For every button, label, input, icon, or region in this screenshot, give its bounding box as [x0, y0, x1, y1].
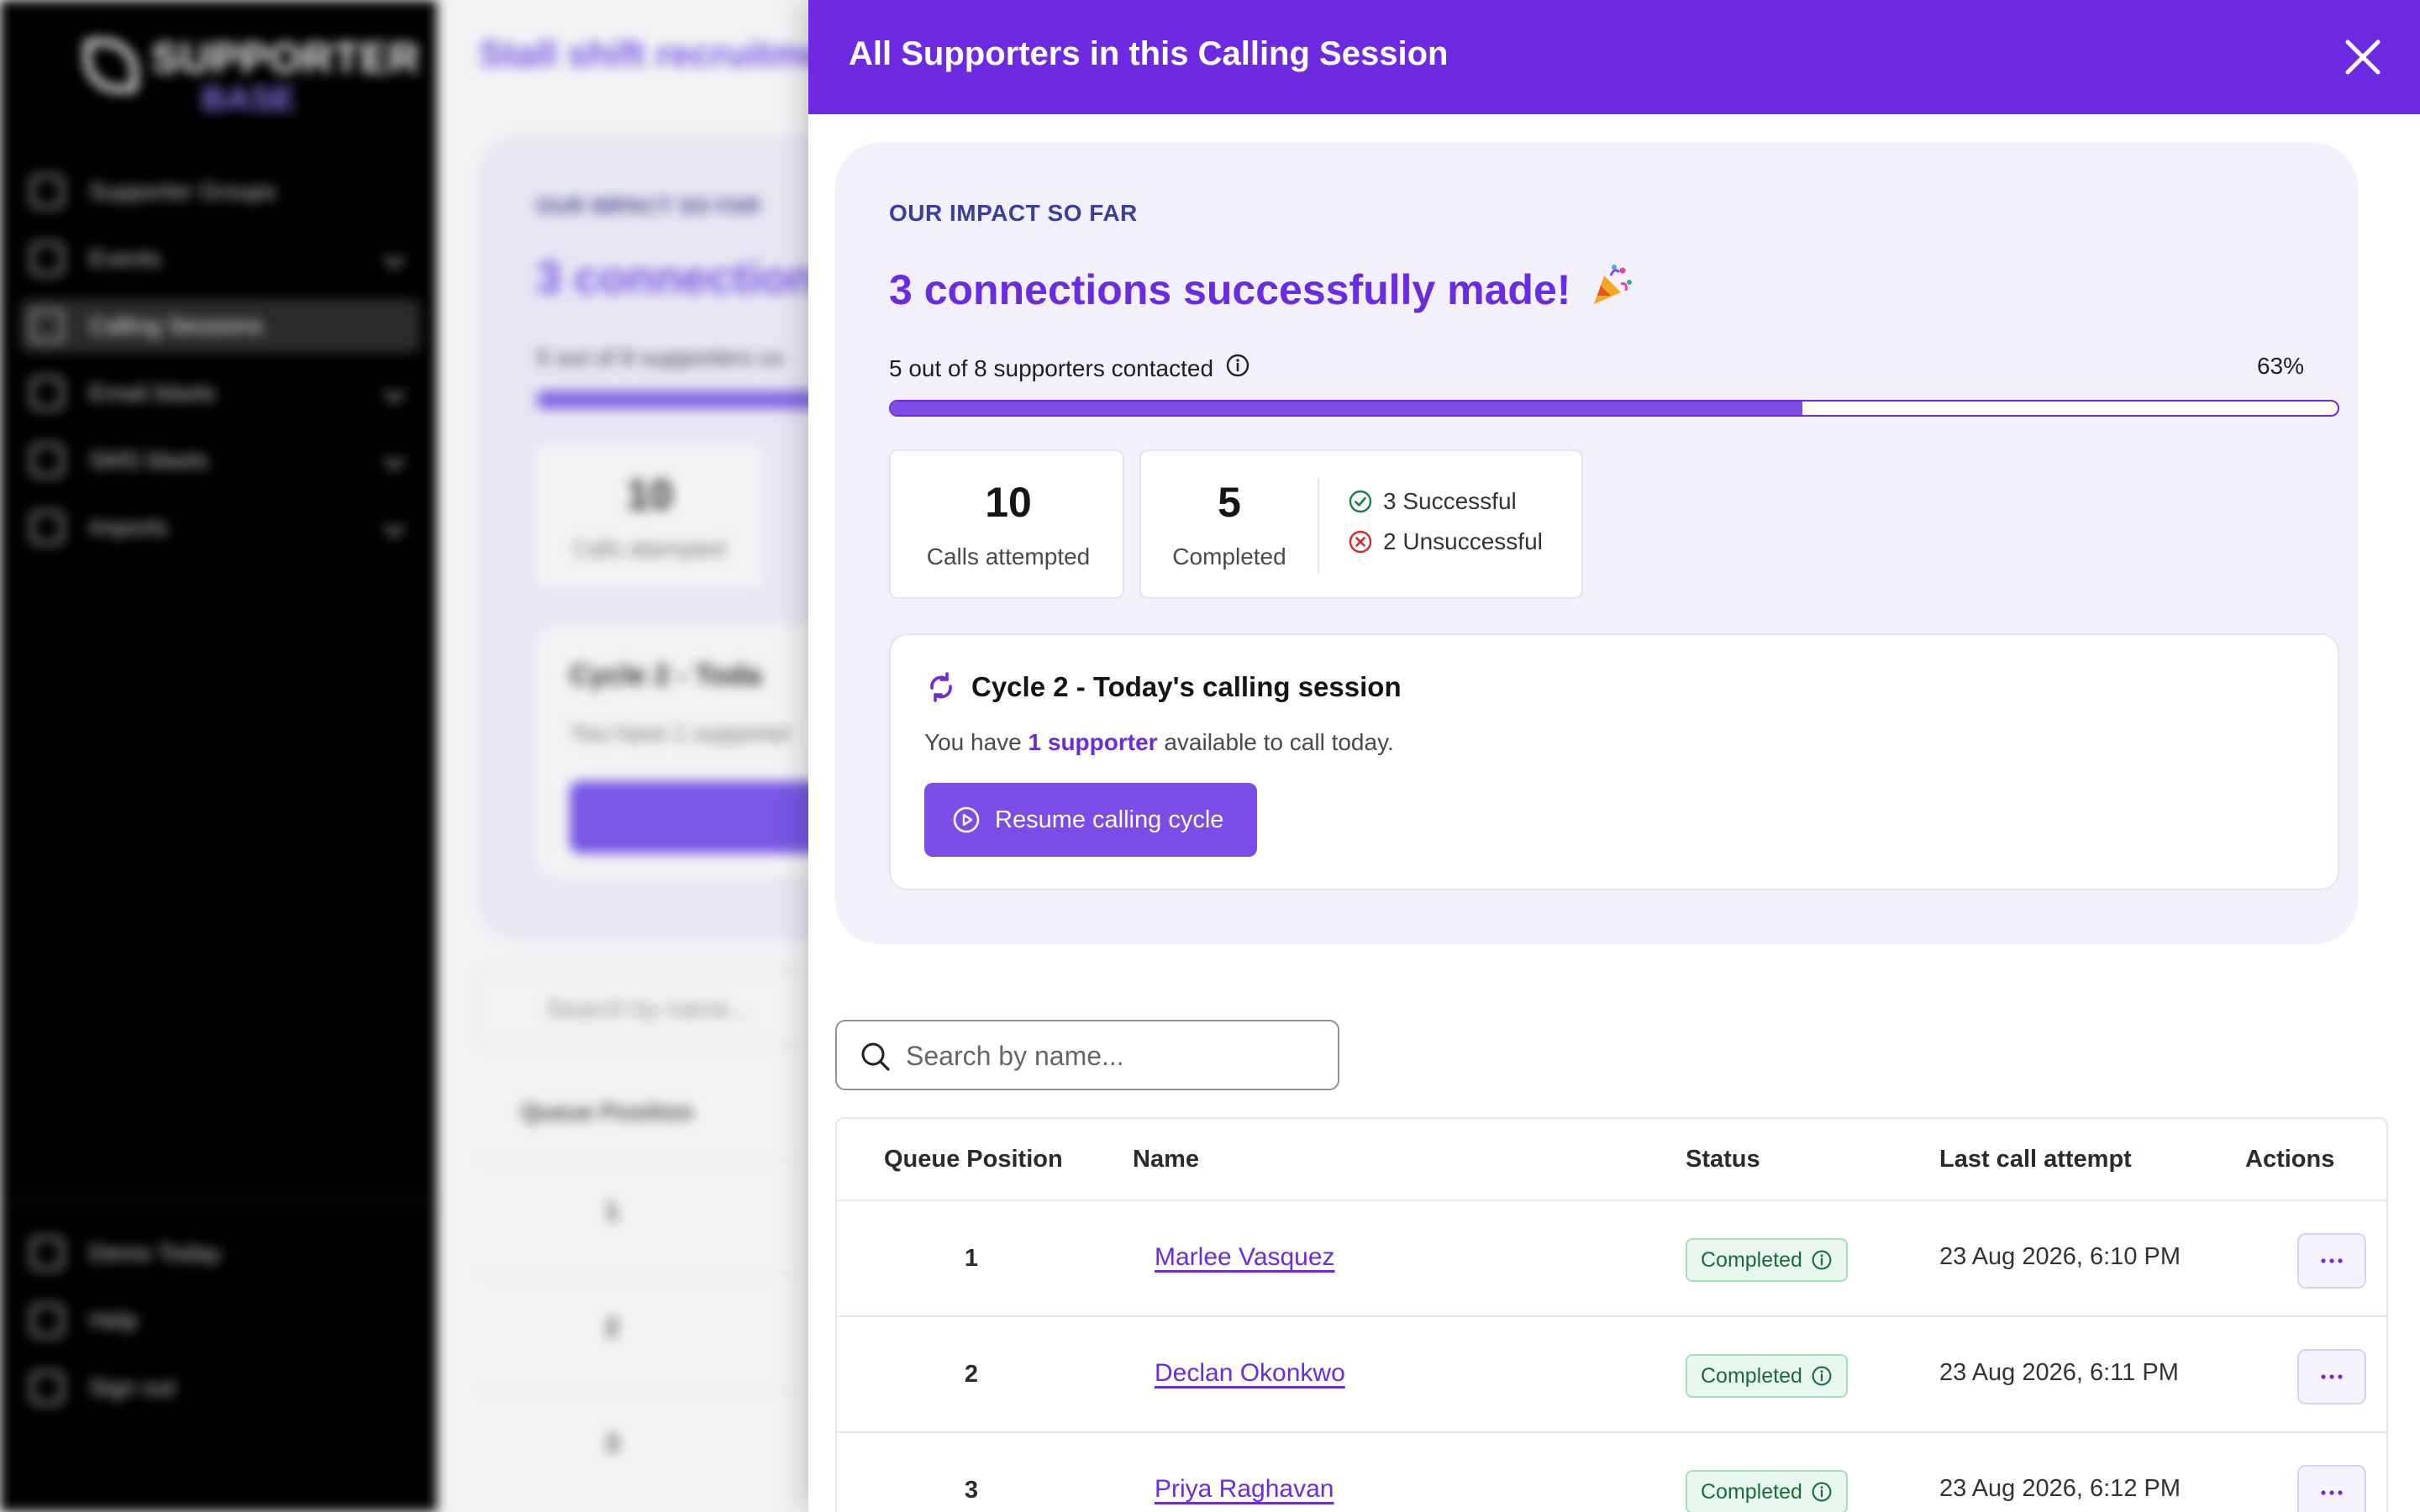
party-popper-icon	[1594, 265, 1633, 304]
status-badge: Completed	[1686, 1470, 1848, 1512]
status-badge: Completed	[1686, 1238, 1848, 1282]
status-badge-text: Completed	[1701, 1247, 1802, 1272]
progress-bar	[889, 400, 2339, 417]
more-horizontal-icon	[2321, 1490, 2343, 1495]
status-badge: Completed	[1686, 1354, 1848, 1398]
stat-unsuccessful: 2 Unsuccessful	[1348, 528, 1543, 555]
impact-headline: 3 connections successfully made!	[889, 262, 1634, 314]
supporter-name-link[interactable]: Priya Raghavan	[1155, 1475, 1334, 1504]
stat-calls-attempted: 10 Calls attempted	[889, 449, 1124, 599]
queue-position: 3	[964, 1477, 979, 1504]
stat-calls-attempted-value: 10	[985, 479, 1032, 526]
stat-completed: 5 Completed 3 Successful 2 Unsuccessful	[1139, 449, 1583, 599]
resume-calling-button[interactable]: Resume calling cycle	[924, 783, 1257, 857]
search-icon	[861, 1042, 890, 1071]
more-horizontal-icon	[2321, 1258, 2343, 1263]
progress-bar-fill	[891, 402, 1802, 415]
supporters-table: Queue Position Name Status Last call att…	[835, 1117, 2388, 1512]
info-icon[interactable]	[1225, 353, 1250, 384]
stat-successful-text: 3 Successful	[1383, 488, 1517, 514]
info-icon[interactable]	[1811, 1365, 1833, 1387]
last-call-date: 23 Aug 2026, 6:10 PM	[1939, 1243, 2181, 1270]
stat-successful: 3 Successful	[1348, 488, 1517, 515]
close-button[interactable]	[2338, 32, 2388, 82]
search-input[interactable]	[904, 1033, 1324, 1079]
supporter-name-link[interactable]: Declan Okonkwo	[1155, 1359, 1345, 1388]
header-actions: Actions	[2245, 1146, 2335, 1173]
status-badge-text: Completed	[1701, 1479, 1802, 1504]
header-last-call: Last call attempt	[1939, 1146, 2132, 1173]
progress-percent: 63%	[2256, 353, 2304, 379]
supporters-drawer: All Supporters in this Calling Session O…	[808, 0, 2420, 1512]
header-queue-position: Queue Position	[884, 1146, 1063, 1173]
last-call-date: 23 Aug 2026, 6:12 PM	[1939, 1475, 2181, 1502]
impact-card: OUR IMPACT SO FAR 3 connections successf…	[835, 143, 2358, 944]
table-row: 3 Priya Raghavan Completed 23 Aug 2026, …	[837, 1433, 2386, 1512]
more-horizontal-icon	[2321, 1374, 2343, 1379]
cycle-sub-highlight: 1 supporter	[1028, 729, 1158, 755]
cycle-sub-prefix: You have	[924, 729, 1028, 755]
cycle-sub-suffix: available to call today.	[1157, 729, 1394, 755]
table-row: 1 Marlee Vasquez Completed 23 Aug 2026, …	[837, 1201, 2386, 1317]
refresh-icon	[930, 672, 952, 702]
stat-separator	[1318, 478, 1319, 574]
row-actions-button[interactable]	[2297, 1233, 2366, 1289]
resume-calling-label: Resume calling cycle	[995, 806, 1224, 833]
cycle-card: Cycle 2 - Today's calling session You ha…	[889, 633, 2339, 890]
cycle-title: Cycle 2 - Today's calling session	[924, 670, 1402, 704]
status-badge-text: Completed	[1701, 1363, 1802, 1388]
impact-headline-text: 3 connections successfully made!	[889, 266, 1571, 313]
header-status: Status	[1686, 1146, 1760, 1173]
last-call-date: 23 Aug 2026, 6:11 PM	[1939, 1359, 2179, 1386]
row-actions-button[interactable]	[2297, 1465, 2366, 1512]
drawer-header: All Supporters in this Calling Session	[808, 0, 2420, 114]
stat-completed-value: 5	[1218, 479, 1241, 526]
queue-position: 1	[964, 1245, 979, 1272]
check-circle-icon	[1349, 490, 1372, 513]
search-box	[835, 1020, 1339, 1090]
progress-label: 5 out of 8 supporters contacted	[889, 353, 1250, 384]
progress-label-text: 5 out of 8 supporters contacted	[889, 354, 1214, 381]
stat-calls-attempted-label: Calls attempted	[926, 543, 1091, 570]
table-row: 2 Declan Okonkwo Completed 23 Aug 2026, …	[837, 1317, 2386, 1433]
impact-eyebrow: OUR IMPACT SO FAR	[889, 200, 1138, 226]
queue-position: 2	[964, 1361, 979, 1388]
info-icon[interactable]	[1811, 1481, 1833, 1503]
supporter-name-link[interactable]: Marlee Vasquez	[1155, 1243, 1335, 1272]
cycle-subtitle: You have 1 supporter available to call t…	[924, 729, 1394, 756]
info-icon[interactable]	[1811, 1249, 1833, 1271]
play-circle-icon	[953, 806, 980, 833]
cycle-title-text: Cycle 2 - Today's calling session	[971, 671, 1402, 702]
header-name: Name	[1133, 1146, 1199, 1173]
x-circle-icon	[1349, 530, 1372, 554]
drawer-title: All Supporters in this Calling Session	[849, 35, 1449, 72]
stat-unsuccessful-text: 2 Unsuccessful	[1383, 528, 1543, 554]
stat-completed-label: Completed	[1172, 543, 1286, 570]
close-icon	[2345, 39, 2381, 75]
row-actions-button[interactable]	[2297, 1349, 2366, 1404]
